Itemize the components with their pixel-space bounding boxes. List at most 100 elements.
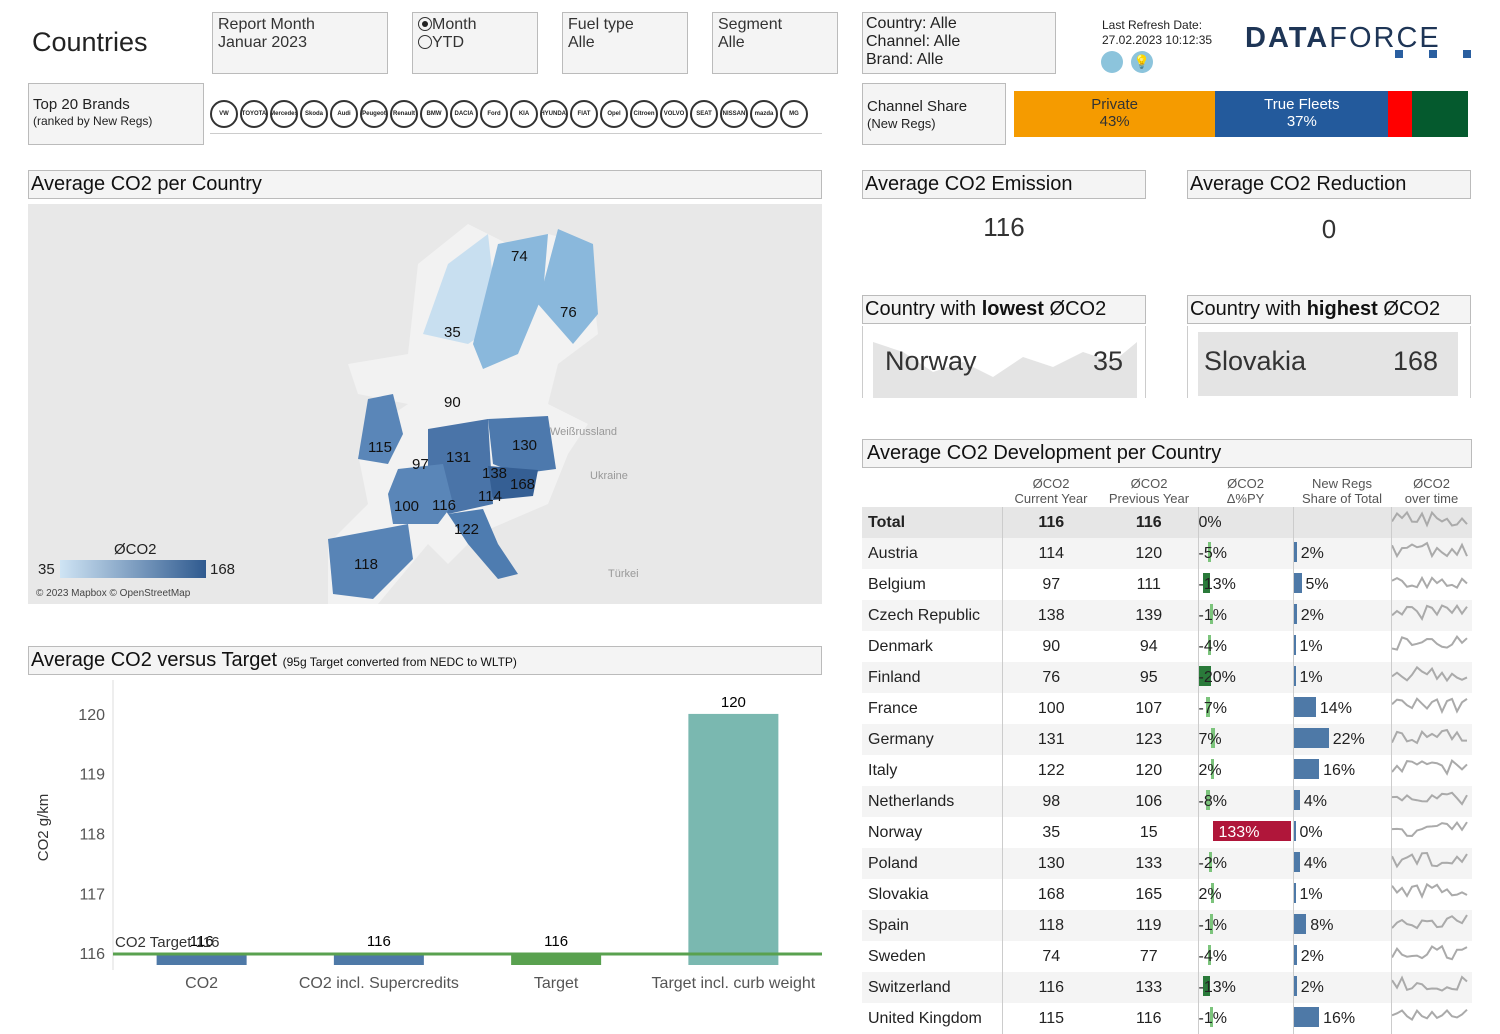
map-label-austria[interactable]: 114 bbox=[478, 488, 502, 505]
brand-logo-citroen[interactable]: Citroen bbox=[630, 100, 658, 128]
y-tick-label: 117 bbox=[79, 886, 105, 903]
share-cell: 5% bbox=[1293, 569, 1391, 600]
table-row[interactable]: Poland 130 133 -2% 4% bbox=[862, 848, 1472, 879]
map-label-united-kingdom[interactable]: 115 bbox=[368, 439, 392, 456]
map-label-finland[interactable]: 76 bbox=[560, 304, 577, 321]
reference-line-label: CO2 Target 116 bbox=[115, 934, 220, 951]
logo-dot bbox=[1463, 50, 1471, 58]
brand-logo-opel[interactable]: Opel bbox=[600, 100, 628, 128]
color-legend bbox=[60, 560, 206, 578]
brand-logo-mazda[interactable]: mazda bbox=[750, 100, 778, 128]
brand-logo-bmw[interactable]: BMW bbox=[420, 100, 448, 128]
brand-logo-mercedes[interactable]: Mercedes bbox=[270, 100, 298, 128]
segment-filter[interactable]: Segment Alle bbox=[712, 12, 838, 74]
filter-label: Segment bbox=[718, 16, 832, 34]
table-row[interactable]: Total 116 116 0% bbox=[862, 507, 1472, 538]
brand-logo-mg[interactable]: MG bbox=[780, 100, 808, 128]
table-row[interactable]: France 100 107 -7% 14% bbox=[862, 693, 1472, 724]
table-row[interactable]: Czech Republic 138 139 -1% 2% bbox=[862, 600, 1472, 631]
co2-map[interactable]: 35 74 76 90 115 97 131 130 138 168 114 100 116 122 118… bbox=[28, 204, 822, 604]
brand-logo-strip: VW TOYOTA Mercedes Skoda Audi Peugeot Renault B… bbox=[210, 94, 822, 134]
table-row[interactable]: Italy 122 120 2% 16% bbox=[862, 755, 1472, 786]
target-chart-title: Average CO2 versus Target (95g Target co… bbox=[28, 646, 822, 675]
channel-segment[interactable] bbox=[1388, 91, 1411, 137]
map-label-belgium[interactable]: 97 bbox=[412, 456, 429, 473]
table-row[interactable]: Denmark 90 94 -4% 1% bbox=[862, 631, 1472, 662]
place-label: Weißrussland bbox=[550, 426, 617, 438]
table-row[interactable]: Norway 35 15 133% 0% bbox=[862, 817, 1472, 848]
radio-month[interactable]: Month bbox=[418, 16, 532, 34]
period-radio-group[interactable]: Month YTD bbox=[412, 12, 538, 74]
table-row[interactable]: Finland 76 95 -20% 1% bbox=[862, 662, 1472, 693]
column-header: ØCO2 Current Year bbox=[1002, 475, 1100, 507]
map-label-switzerland[interactable]: 116 bbox=[432, 497, 456, 514]
bar-value-label: 120 bbox=[721, 694, 746, 711]
lightbulb-icon[interactable]: 💡 bbox=[1131, 51, 1153, 73]
sparkline bbox=[1391, 693, 1472, 724]
share-cell: 1% bbox=[1293, 662, 1391, 693]
table-row[interactable]: Spain 118 119 -1% 8% bbox=[862, 910, 1472, 941]
map-label-poland[interactable]: 130 bbox=[512, 437, 537, 454]
bar[interactable] bbox=[688, 714, 778, 965]
delta-cell: -1% bbox=[1198, 910, 1293, 941]
brand-logo-nissan[interactable]: NISSAN bbox=[720, 100, 748, 128]
radio-ytd[interactable]: YTD bbox=[418, 34, 532, 52]
brand-logo-hyundai[interactable]: HYUNDAI bbox=[540, 100, 568, 128]
share-cell: 1% bbox=[1293, 879, 1391, 910]
delta-cell: 0% bbox=[1198, 507, 1293, 538]
brand-logo-vw[interactable]: VW bbox=[210, 100, 238, 128]
share-cell: 2% bbox=[1293, 941, 1391, 972]
map-label-france[interactable]: 100 bbox=[394, 498, 419, 515]
table-row[interactable]: Sweden 74 77 -4% 2% bbox=[862, 941, 1472, 972]
map-label-norway[interactable]: 35 bbox=[444, 324, 461, 341]
brands-label: Top 20 Brands (ranked by New Regs) bbox=[28, 83, 204, 145]
table-row[interactable]: Netherlands 98 106 -8% 4% bbox=[862, 786, 1472, 817]
brand-logo-skoda[interactable]: Skoda bbox=[300, 100, 328, 128]
brand-logo-dacia[interactable]: DACIA bbox=[450, 100, 478, 128]
brand-logo-kia[interactable]: KIA bbox=[510, 100, 538, 128]
brand-logo-audi[interactable]: Audi bbox=[330, 100, 358, 128]
share-cell: 16% bbox=[1293, 755, 1391, 786]
map-label-czech-republic[interactable]: 138 bbox=[482, 465, 507, 482]
delta-cell: 2% bbox=[1198, 755, 1293, 786]
channel-segment[interactable]: Private 43% bbox=[1014, 91, 1215, 137]
brand-logo-renault[interactable]: Renault bbox=[390, 100, 418, 128]
brand-logo-peugeot[interactable]: Peugeot bbox=[360, 100, 388, 128]
table-row[interactable]: Germany 131 123 7% 22% bbox=[862, 724, 1472, 755]
map-label-spain[interactable]: 118 bbox=[354, 556, 378, 573]
kpi-title: Country with lowest ØCO2 bbox=[862, 295, 1146, 324]
map-label-sweden[interactable]: 74 bbox=[511, 248, 528, 265]
column-header: ØCO2 Δ%PY bbox=[1198, 475, 1293, 507]
map-label-slovakia[interactable]: 168 bbox=[510, 476, 535, 493]
map-label-italy[interactable]: 122 bbox=[454, 521, 479, 538]
column-header bbox=[862, 475, 1002, 507]
delta-cell: -13% bbox=[1198, 569, 1293, 600]
kpi-title: Average CO2 Reduction bbox=[1187, 170, 1471, 199]
channel-segment[interactable] bbox=[1412, 91, 1468, 137]
map-label-germany[interactable]: 131 bbox=[446, 449, 471, 466]
table-row[interactable]: Austria 114 120 -5% 2% bbox=[862, 538, 1472, 569]
brand-logo-volvo[interactable]: VOLVO bbox=[660, 100, 688, 128]
table-row[interactable]: Slovakia 168 165 2% 1% bbox=[862, 879, 1472, 910]
fuel-type-filter[interactable]: Fuel type Alle bbox=[562, 12, 688, 74]
delta-cell: 7% bbox=[1198, 724, 1293, 755]
table-row[interactable]: United Kingdom 115 116 -1% 16% bbox=[862, 1003, 1472, 1034]
share-cell: 14% bbox=[1293, 693, 1391, 724]
map-label-denmark[interactable]: 90 bbox=[444, 394, 461, 411]
brand-logo-toyota[interactable]: TOYOTA bbox=[240, 100, 268, 128]
legend-max: 168 bbox=[210, 561, 235, 578]
channel-segment[interactable]: True Fleets 37% bbox=[1215, 91, 1388, 137]
table-row[interactable]: Belgium 97 111 -13% 5% bbox=[862, 569, 1472, 600]
page-title: Countries bbox=[32, 27, 148, 58]
report-month-filter[interactable]: Report Month Januar 2023 bbox=[212, 12, 388, 74]
sparkline bbox=[1391, 569, 1472, 600]
delta-cell: -2% bbox=[1198, 848, 1293, 879]
place-label: Türkei bbox=[608, 568, 639, 580]
table-row[interactable]: Switzerland 116 133 -13% 2% bbox=[862, 972, 1472, 1003]
brand-logo-seat[interactable]: SEAT bbox=[690, 100, 718, 128]
kpi-title: Average CO2 Emission bbox=[862, 170, 1146, 199]
brand-logo-fiat[interactable]: FIAT bbox=[570, 100, 598, 128]
column-header: New Regs Share of Total bbox=[1293, 475, 1391, 507]
brand-logo-ford[interactable]: Ford bbox=[480, 100, 508, 128]
info-icon[interactable] bbox=[1101, 51, 1123, 73]
